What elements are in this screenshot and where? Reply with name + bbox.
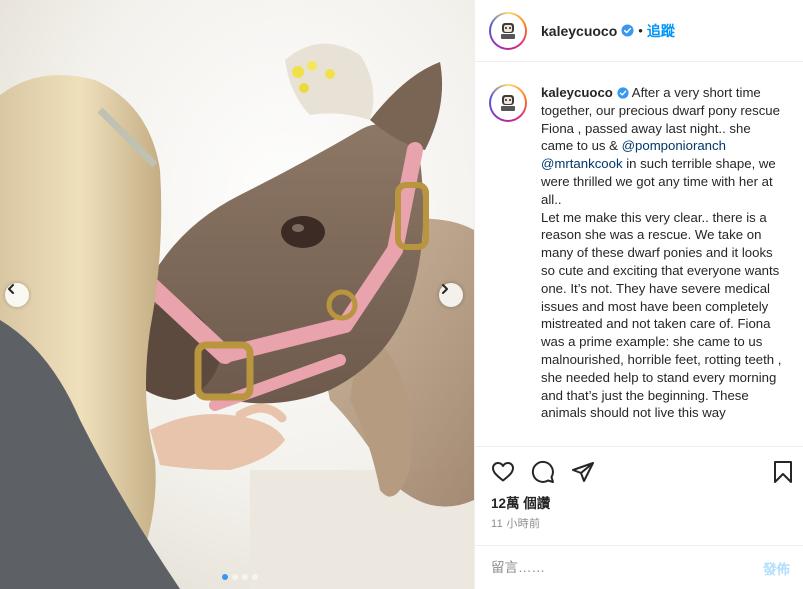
post-side-panel: kaleycuoco • 追蹤 kaleycuoco After a very …: [474, 0, 803, 589]
mention-link[interactable]: @pomponioranch: [622, 138, 726, 153]
comment-button[interactable]: [531, 460, 555, 489]
verified-badge-icon: [617, 87, 629, 99]
heart-icon: [492, 462, 514, 482]
chevron-left-icon: [8, 284, 14, 294]
caption-username[interactable]: kaleycuoco: [541, 85, 613, 100]
header-separator: •: [638, 23, 643, 38]
carousel-indicator: [222, 574, 258, 580]
header-username[interactable]: kaleycuoco: [541, 23, 617, 39]
caption-text: in such terrible shape, we were thrilled…: [541, 156, 782, 421]
comment-input[interactable]: [491, 560, 763, 575]
carousel-next-button[interactable]: [439, 283, 463, 307]
likes-count[interactable]: 12萬 個讚: [491, 492, 550, 512]
caption-avatar[interactable]: [489, 84, 527, 122]
carousel-dot: [232, 574, 238, 580]
avatar[interactable]: [489, 11, 527, 50]
pony-photo-illustration: [0, 0, 474, 589]
comment-bubble-icon: [531, 460, 554, 483]
mention-link[interactable]: @mrtankcook: [541, 156, 623, 171]
post-timestamp[interactable]: 11 小時前: [491, 515, 540, 531]
dog-logo-icon: [501, 22, 515, 39]
save-button[interactable]: [771, 460, 795, 489]
verified-badge-icon: [621, 24, 634, 37]
action-bar: [475, 446, 803, 496]
caption-text: [726, 138, 730, 153]
bookmark-icon: [774, 461, 792, 483]
carousel-dot-active: [222, 574, 228, 580]
like-button[interactable]: [491, 460, 515, 489]
comment-form: 發佈: [475, 545, 803, 589]
carousel-prev-button[interactable]: [5, 283, 29, 307]
chevron-right-icon: [442, 284, 448, 294]
post-caption: kaleycuoco After a very short time toget…: [541, 84, 786, 446]
dog-logo-icon: [501, 95, 515, 111]
post-photo[interactable]: [0, 0, 474, 589]
carousel-dot: [252, 574, 258, 580]
paper-plane-icon: [572, 462, 594, 482]
post-header: kaleycuoco • 追蹤: [475, 0, 803, 62]
share-button[interactable]: [571, 460, 595, 489]
follow-button[interactable]: 追蹤: [647, 21, 675, 41]
carousel-dot: [242, 574, 248, 580]
post-comment-button[interactable]: 發佈: [763, 558, 790, 578]
caption-area[interactable]: kaleycuoco After a very short time toget…: [475, 70, 803, 446]
